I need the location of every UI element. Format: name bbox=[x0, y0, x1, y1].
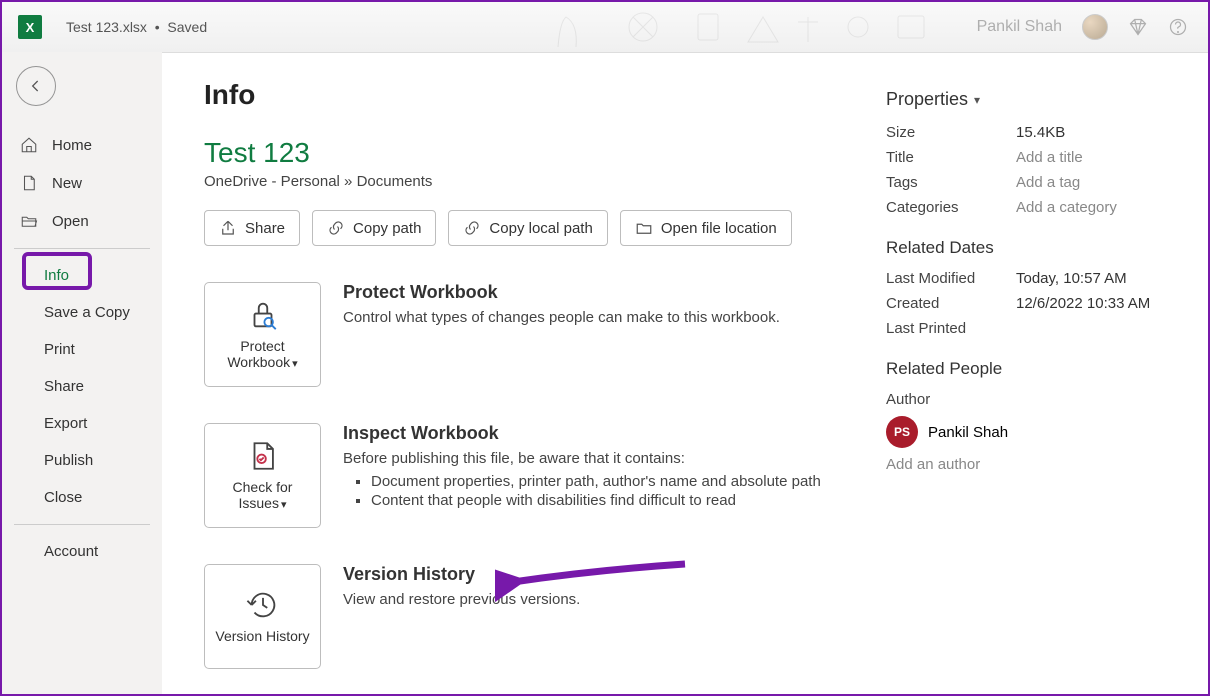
properties-header[interactable]: Properties ▾ bbox=[886, 89, 1166, 110]
titlebar: X Test 123.xlsx • Saved Pankil Shah bbox=[2, 2, 1208, 52]
chevron-down-icon: ▾ bbox=[974, 93, 980, 107]
username-label: Pankil Shah bbox=[977, 18, 1062, 36]
help-icon[interactable] bbox=[1168, 17, 1188, 37]
nav-label: Save a Copy bbox=[44, 304, 130, 321]
nav-label: Close bbox=[44, 489, 82, 506]
folder-icon bbox=[635, 219, 653, 237]
folder-open-icon bbox=[20, 212, 38, 230]
prop-categories-label: Categories bbox=[886, 199, 1016, 216]
nav-new[interactable]: New bbox=[2, 164, 162, 202]
link-icon bbox=[327, 219, 345, 237]
btn-label: Share bbox=[245, 220, 285, 237]
prop-size-label: Size bbox=[886, 124, 1016, 141]
prop-modified-value: Today, 10:57 AM bbox=[1016, 270, 1127, 287]
nav-home[interactable]: Home bbox=[2, 126, 162, 164]
nav-open[interactable]: Open bbox=[2, 202, 162, 240]
btn-label: Copy path bbox=[353, 220, 421, 237]
inspect-bullet: Document properties, printer path, autho… bbox=[371, 473, 858, 490]
excel-app-icon: X bbox=[18, 15, 42, 39]
chevron-down-icon: ▾ bbox=[292, 358, 298, 370]
nav-divider bbox=[14, 524, 150, 525]
inspect-icon bbox=[246, 439, 280, 473]
version-desc: View and restore previous versions. bbox=[343, 591, 858, 608]
inspect-desc: Before publishing this file, be aware th… bbox=[343, 450, 858, 467]
header-label: Properties bbox=[886, 89, 968, 110]
inspect-title: Inspect Workbook bbox=[343, 423, 858, 444]
prop-printed-label: Last Printed bbox=[886, 320, 1016, 337]
nav-divider bbox=[14, 248, 150, 249]
properties-panel: Properties▾ Size15.4KB TitleAdd a title … bbox=[886, 79, 1166, 674]
prop-tags-label: Tags bbox=[886, 174, 1016, 191]
history-icon bbox=[246, 588, 280, 622]
nav-publish[interactable]: Publish bbox=[2, 442, 162, 479]
nav-label: Info bbox=[44, 267, 69, 284]
file-title: Test 123.xlsx • Saved bbox=[66, 19, 207, 35]
document-path[interactable]: OneDrive - Personal » Documents bbox=[204, 173, 858, 190]
chevron-down-icon: ▾ bbox=[281, 499, 287, 511]
share-icon bbox=[219, 219, 237, 237]
nav-share[interactable]: Share bbox=[2, 368, 162, 405]
titlebar-right: Pankil Shah bbox=[977, 14, 1188, 40]
home-icon bbox=[20, 136, 38, 154]
author-avatar: PS bbox=[886, 416, 918, 448]
nav-label: Export bbox=[44, 415, 87, 432]
related-dates-header: Related Dates bbox=[886, 238, 1166, 258]
prop-title-value[interactable]: Add a title bbox=[1016, 149, 1083, 166]
version-title: Version History bbox=[343, 564, 858, 585]
nav-label: Home bbox=[52, 137, 92, 154]
protect-workbook-button[interactable]: Protect Workbook▾ bbox=[204, 282, 321, 387]
btn-label: Protect Workbook bbox=[227, 338, 290, 371]
protect-desc: Control what types of changes people can… bbox=[343, 309, 858, 326]
nav-label: Open bbox=[52, 213, 89, 230]
nav-label: Print bbox=[44, 341, 75, 358]
author-row[interactable]: PS Pankil Shah bbox=[886, 416, 1166, 448]
back-button[interactable] bbox=[16, 66, 56, 106]
btn-label: Open file location bbox=[661, 220, 777, 237]
check-issues-button[interactable]: Check for Issues▾ bbox=[204, 423, 321, 528]
lock-icon bbox=[246, 298, 280, 332]
inspect-bullet: Content that people with disabilities fi… bbox=[371, 492, 858, 509]
copy-path-button[interactable]: Copy path bbox=[312, 210, 436, 246]
link-icon bbox=[463, 219, 481, 237]
diamond-icon[interactable] bbox=[1128, 17, 1148, 37]
btn-label: Copy local path bbox=[489, 220, 592, 237]
author-label: Author bbox=[886, 391, 1016, 408]
nav-label: Publish bbox=[44, 452, 93, 469]
document-name: Test 123 bbox=[204, 137, 858, 169]
prop-modified-label: Last Modified bbox=[886, 270, 1016, 287]
version-history-button[interactable]: Version History bbox=[204, 564, 321, 669]
prop-created-label: Created bbox=[886, 295, 1016, 312]
btn-label: Version History bbox=[215, 628, 309, 645]
protect-title: Protect Workbook bbox=[343, 282, 858, 303]
prop-created-value: 12/6/2022 10:33 AM bbox=[1016, 295, 1150, 312]
prop-title-label: Title bbox=[886, 149, 1016, 166]
author-name: Pankil Shah bbox=[928, 424, 1008, 441]
nav-label: Share bbox=[44, 378, 84, 395]
nav-label: Account bbox=[44, 543, 98, 560]
content-area: Info Test 123 OneDrive - Personal » Docu… bbox=[162, 52, 1208, 694]
prop-tags-value[interactable]: Add a tag bbox=[1016, 174, 1080, 191]
prop-size-value: 15.4KB bbox=[1016, 124, 1065, 141]
nav-print[interactable]: Print bbox=[2, 331, 162, 368]
add-author-link[interactable]: Add an author bbox=[886, 456, 980, 473]
backstage-sidebar: Home New Open Info Save a Copy Print Sha… bbox=[2, 52, 162, 694]
nav-export[interactable]: Export bbox=[2, 405, 162, 442]
copy-local-path-button[interactable]: Copy local path bbox=[448, 210, 607, 246]
user-avatar[interactable] bbox=[1082, 14, 1108, 40]
share-button[interactable]: Share bbox=[204, 210, 300, 246]
nav-save-copy[interactable]: Save a Copy bbox=[2, 294, 162, 331]
page-title: Info bbox=[204, 79, 858, 111]
prop-categories-value[interactable]: Add a category bbox=[1016, 199, 1117, 216]
nav-info[interactable]: Info bbox=[2, 257, 162, 294]
document-icon bbox=[20, 174, 38, 192]
titlebar-decoration bbox=[548, 2, 948, 52]
nav-close[interactable]: Close bbox=[2, 479, 162, 516]
nav-label: New bbox=[52, 175, 82, 192]
nav-account[interactable]: Account bbox=[2, 533, 162, 570]
open-location-button[interactable]: Open file location bbox=[620, 210, 792, 246]
related-people-header: Related People bbox=[886, 359, 1166, 379]
